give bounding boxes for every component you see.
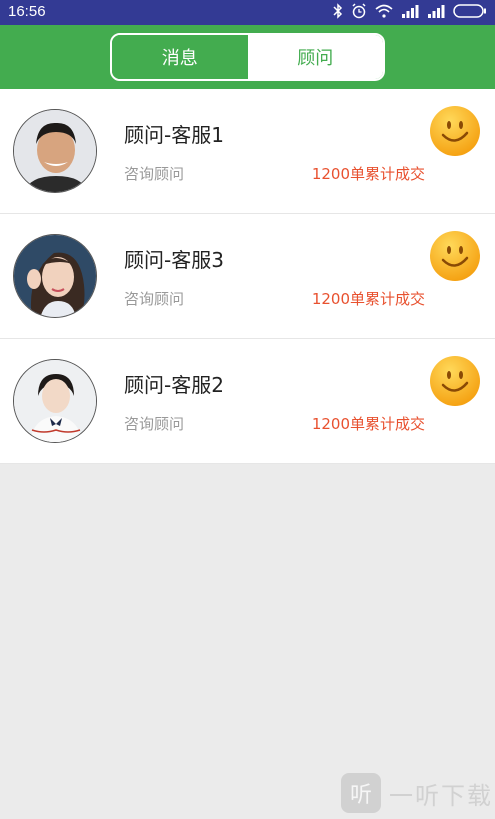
status-bar: 16:56	[0, 0, 495, 25]
list-item[interactable]: 顾问-客服3 咨询顾问 1200单累计成交	[0, 214, 495, 339]
advisor-role: 咨询顾问	[124, 415, 185, 433]
avatar	[13, 359, 97, 443]
signal-icon	[427, 3, 445, 22]
list-item[interactable]: 顾问-客服1 咨询顾问 1200单累计成交	[0, 89, 495, 214]
smiley-icon[interactable]	[429, 355, 481, 407]
advisor-role: 咨询顾问	[124, 165, 185, 183]
advisor-deals: 1200单累计成交	[311, 415, 425, 433]
smiley-icon[interactable]	[429, 105, 481, 157]
watermark-text: 一听下载	[389, 781, 493, 810]
wifi-icon	[375, 3, 393, 22]
avatar	[13, 234, 97, 318]
advisor-deals: 1200单累计成交	[311, 290, 425, 308]
status-icons	[333, 2, 487, 23]
advisor-name: 顾问-客服1	[124, 123, 224, 147]
smiley-icon[interactable]	[429, 230, 481, 282]
list-item[interactable]: 顾问-客服2 咨询顾问 1200单累计成交	[0, 339, 495, 464]
status-time: 16:56	[8, 3, 46, 20]
bluetooth-icon	[333, 2, 343, 23]
battery-icon	[453, 3, 487, 22]
advisor-list: 顾问-客服1 咨询顾问 1200单累计成交 顾问-客服3 咨询顾问 1200单累…	[0, 89, 495, 464]
watermark-logo: 听	[341, 773, 381, 813]
alarm-icon	[351, 2, 367, 23]
watermark: 听 一听下载	[341, 773, 493, 813]
advisor-name: 顾问-客服3	[124, 248, 224, 272]
header: 消息 顾问	[0, 25, 495, 89]
advisor-name: 顾问-客服2	[124, 373, 224, 397]
advisor-role: 咨询顾问	[124, 290, 185, 308]
avatar	[13, 109, 97, 193]
tab-messages[interactable]: 消息	[112, 35, 248, 79]
advisor-deals: 1200单累计成交	[311, 165, 425, 183]
signal-icon	[401, 3, 419, 22]
tab-advisors[interactable]: 顾问	[247, 35, 383, 79]
tab-switcher: 消息 顾问	[110, 33, 385, 81]
